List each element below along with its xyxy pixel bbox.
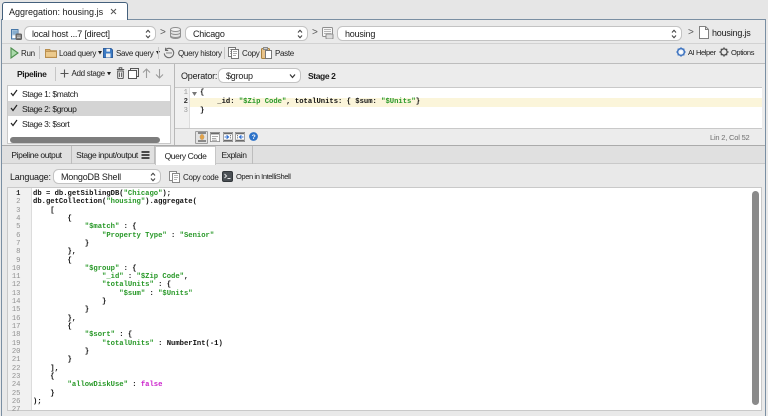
svg-text:?: ? [251,134,255,141]
